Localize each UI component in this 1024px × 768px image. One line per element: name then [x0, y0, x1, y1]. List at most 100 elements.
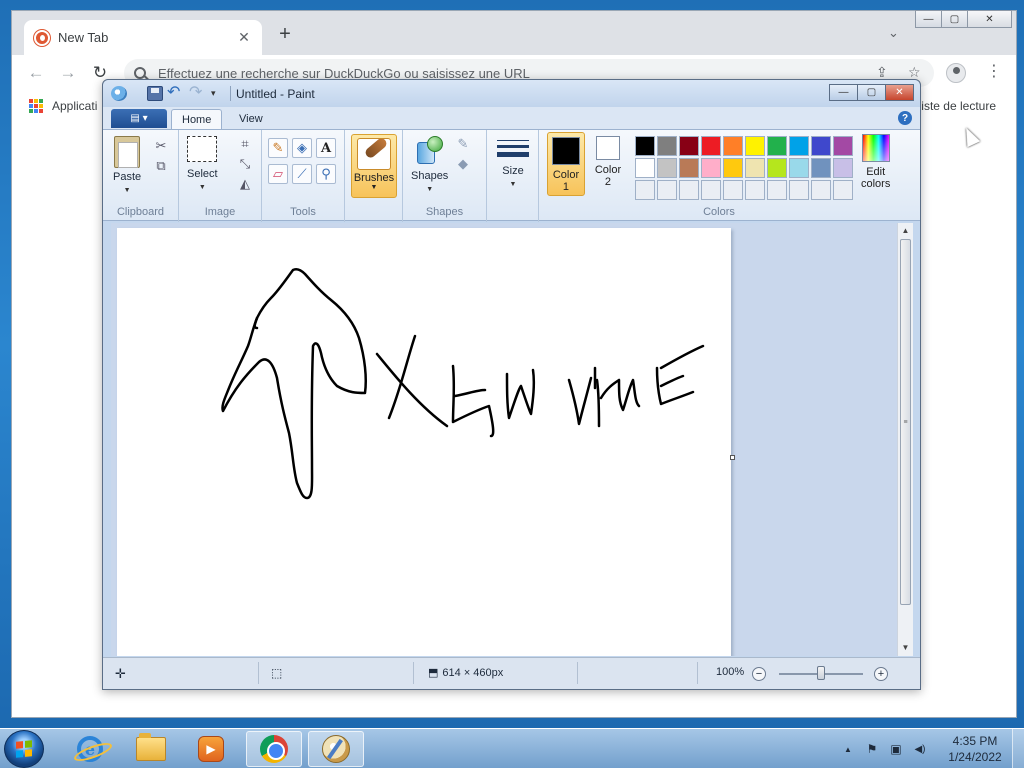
reading-list-button[interactable]: Liste de lecture — [915, 99, 996, 113]
volume-icon[interactable]: ◀) — [912, 744, 928, 755]
color1-button[interactable]: Color 1 — [547, 132, 585, 196]
color2-button[interactable]: Color 2 — [589, 132, 627, 196]
palette-swatch[interactable] — [723, 136, 743, 156]
browser-close-button[interactable]: ✕ — [967, 10, 1012, 28]
zoom-in-button[interactable]: + — [874, 667, 888, 681]
taskbar-media-player[interactable]: ▶ — [183, 731, 239, 767]
taskbar-chrome[interactable] — [246, 731, 302, 767]
browser-menu-icon[interactable]: ⋮ — [986, 61, 1002, 81]
profile-avatar-icon[interactable] — [946, 63, 966, 83]
tray-expand-icon[interactable]: ▲ — [840, 745, 856, 754]
resize-icon[interactable]: ⤡ — [237, 156, 253, 172]
pencil-icon[interactable]: ✎ — [268, 138, 288, 158]
palette-swatch[interactable] — [833, 180, 853, 200]
copy-icon[interactable]: ⧉ — [153, 158, 169, 174]
size-button[interactable]: Size ▼ — [497, 136, 529, 191]
palette-swatch[interactable] — [701, 158, 721, 178]
palette-swatch[interactable] — [679, 180, 699, 200]
tab-new-tab[interactable]: New Tab ✕ — [24, 20, 262, 55]
scroll-down-icon[interactable]: ▼ — [898, 640, 913, 656]
palette-swatch[interactable] — [745, 136, 765, 156]
zoom-out-button[interactable]: − — [752, 667, 766, 681]
edit-colors-button[interactable]: Edit colors — [861, 134, 890, 190]
ribbon-tabs: ▤ ▾ Home View ? — [103, 107, 920, 129]
shape-fill-icon[interactable]: ◆ — [455, 156, 471, 172]
palette-swatch[interactable] — [767, 158, 787, 178]
palette-swatch[interactable] — [635, 180, 655, 200]
network-icon[interactable]: ▣ — [888, 742, 904, 756]
paint-menu-button[interactable]: ▤ ▾ — [111, 109, 167, 128]
select-button[interactable]: Select ▼ — [187, 136, 218, 194]
customize-qat-icon[interactable]: ▾ — [211, 86, 227, 101]
action-center-flag-icon[interactable]: ⚑ — [864, 742, 880, 756]
cut-icon[interactable]: ✂ — [153, 138, 169, 154]
magnifier-icon[interactable]: ⚲ — [316, 164, 336, 184]
drawing-canvas[interactable] — [117, 228, 731, 656]
clock[interactable]: 4:35 PM 1/24/2022 — [940, 733, 1010, 765]
show-desktop-button[interactable] — [1012, 729, 1024, 768]
tab-search-icon[interactable]: ⌄ — [888, 25, 899, 41]
palette-swatch[interactable] — [745, 158, 765, 178]
new-tab-button[interactable]: + — [274, 23, 296, 46]
palette-swatch[interactable] — [789, 180, 809, 200]
apps-icon[interactable] — [29, 99, 43, 113]
palette-swatch[interactable] — [679, 136, 699, 156]
eraser-icon[interactable]: ▱ — [268, 164, 288, 184]
palette-swatch[interactable] — [657, 158, 677, 178]
start-button[interactable] — [4, 730, 44, 768]
redo-icon[interactable]: ↷ — [189, 85, 205, 101]
scroll-thumb[interactable]: ≡ — [900, 239, 911, 605]
palette-swatch[interactable] — [767, 136, 787, 156]
shapes-button[interactable]: Shapes ▼ — [411, 136, 448, 196]
paint-close-button[interactable]: ✕ — [885, 84, 914, 101]
palette-swatch[interactable] — [723, 180, 743, 200]
palette-swatch[interactable] — [657, 136, 677, 156]
paint-maximize-button[interactable]: ▢ — [857, 84, 886, 101]
palette-swatch[interactable] — [767, 180, 787, 200]
forward-icon[interactable]: → — [58, 63, 78, 83]
palette-swatch[interactable] — [723, 158, 743, 178]
crop-icon[interactable]: ⌗ — [237, 136, 253, 152]
save-icon[interactable] — [147, 86, 163, 101]
tab-view[interactable]: View — [229, 109, 273, 129]
vertical-scrollbar[interactable]: ▲ ≡ ▼ — [897, 223, 913, 656]
color-picker-icon[interactable]: ⟋ — [292, 164, 312, 184]
taskbar-internet-explorer[interactable]: e — [62, 731, 118, 767]
browser-minimize-button[interactable]: — — [915, 10, 942, 28]
back-icon[interactable]: ← — [26, 63, 46, 83]
zoom-slider-thumb[interactable] — [817, 666, 825, 680]
palette-swatch[interactable] — [811, 158, 831, 178]
paint-app-icon[interactable] — [111, 86, 127, 101]
tab-home[interactable]: Home — [171, 109, 223, 129]
palette-swatch[interactable] — [789, 158, 809, 178]
palette-swatch[interactable] — [833, 136, 853, 156]
text-icon[interactable]: A — [316, 138, 336, 158]
rotate-icon[interactable]: ◭ — [237, 176, 253, 192]
fill-icon[interactable]: ◈ — [292, 138, 312, 158]
palette-swatch[interactable] — [745, 180, 765, 200]
tab-close-icon[interactable]: ✕ — [236, 29, 252, 46]
brushes-button[interactable]: Brushes ▼ — [351, 134, 397, 198]
browser-maximize-button[interactable]: ▢ — [941, 10, 968, 28]
paint-titlebar[interactable]: ↶ ↷ ▾ Untitled - Paint — ▢ ✕ — [103, 80, 920, 107]
palette-swatch[interactable] — [811, 180, 831, 200]
palette-swatch[interactable] — [635, 136, 655, 156]
canvas-resize-handle[interactable] — [730, 455, 735, 460]
shape-outline-icon[interactable]: ✎ — [455, 136, 471, 152]
palette-swatch[interactable] — [811, 136, 831, 156]
palette-swatch[interactable] — [679, 158, 699, 178]
palette-swatch[interactable] — [635, 158, 655, 178]
scroll-up-icon[interactable]: ▲ — [898, 223, 913, 239]
palette-swatch[interactable] — [701, 180, 721, 200]
palette-swatch[interactable] — [789, 136, 809, 156]
paint-minimize-button[interactable]: — — [829, 84, 858, 101]
palette-swatch[interactable] — [657, 180, 677, 200]
taskbar-file-explorer[interactable] — [123, 731, 179, 767]
help-icon[interactable]: ? — [898, 111, 912, 125]
paste-button[interactable]: Paste ▼ — [113, 136, 141, 197]
undo-icon[interactable]: ↶ — [167, 85, 183, 101]
palette-swatch[interactable] — [833, 158, 853, 178]
taskbar-paint[interactable] — [308, 731, 364, 767]
palette-swatch[interactable] — [701, 136, 721, 156]
bookmark-apps[interactable]: Applicati — [52, 99, 97, 113]
